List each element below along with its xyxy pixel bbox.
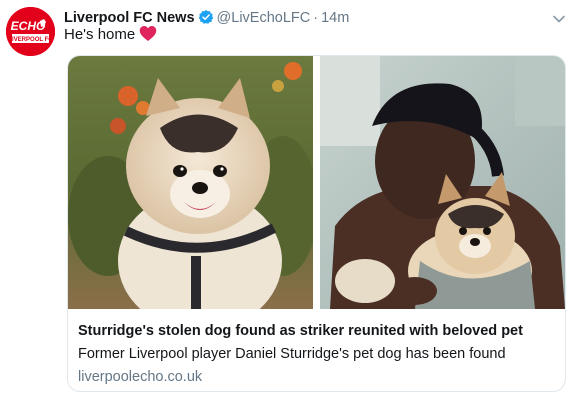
author-name[interactable]: Liverpool FC News xyxy=(64,10,195,26)
verified-badge-icon xyxy=(198,9,214,28)
link-card[interactable]: Sturridge's stolen dog found as striker … xyxy=(67,55,566,392)
separator-dot: · xyxy=(313,10,319,26)
card-domain[interactable]: liverpoolecho.co.uk xyxy=(78,368,555,386)
card-image-dog xyxy=(68,56,313,309)
avatar-text-bottom: LIVERPOOL FC xyxy=(8,37,53,43)
card-images xyxy=(68,56,565,309)
tweet-text-content: He's home xyxy=(64,26,136,43)
card-image-owner-with-dog xyxy=(320,56,565,309)
card-title[interactable]: Sturridge's stolen dog found as striker … xyxy=(78,322,555,340)
heart-icon xyxy=(139,25,157,48)
timestamp[interactable]: 14m xyxy=(321,10,349,26)
avatar[interactable]: ECHO LIVERPOOL FC xyxy=(6,7,55,56)
author-handle[interactable]: @LivEchoLFC xyxy=(217,10,311,26)
chevron-down-icon[interactable] xyxy=(551,11,567,27)
tweet-text: He's home xyxy=(64,25,157,48)
card-description: Former Liverpool player Daniel Sturridge… xyxy=(78,346,506,362)
tweet[interactable]: ECHO LIVERPOOL FC Liverpool FC News @LivE… xyxy=(0,0,579,406)
echo-logo-icon: ECHO LIVERPOOL FC xyxy=(6,7,55,56)
